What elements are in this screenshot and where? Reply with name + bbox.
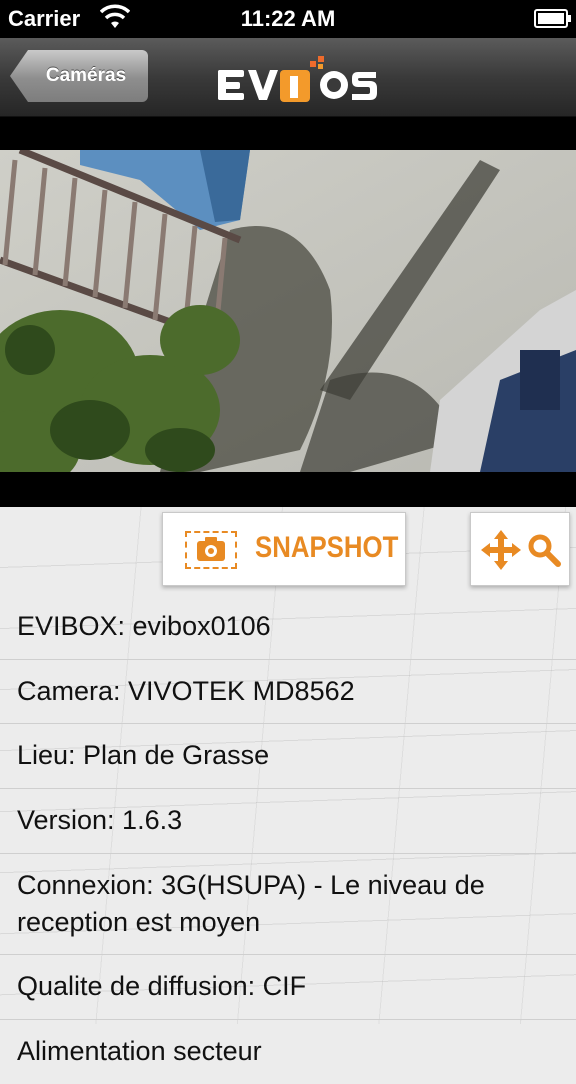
info-stream-quality: Qualite de diffusion: CIF [0, 954, 576, 1019]
camera-video-feed[interactable] [0, 150, 576, 472]
evios-logo [218, 56, 377, 102]
move-arrows-icon [481, 530, 521, 570]
info-connection: Connexion: 3G(HSUPA) - Le niveau de rece… [0, 852, 576, 954]
info-camera: Camera: VIVOTEK MD8562 [0, 658, 576, 724]
info-location: Lieu: Plan de Grasse [0, 723, 576, 788]
status-bar: Carrier 11:22 AM [0, 0, 576, 38]
camera-icon [197, 537, 225, 561]
magnifier-icon [528, 534, 561, 567]
camera-icon-frame [185, 531, 237, 569]
back-button[interactable]: Caméras [10, 50, 148, 102]
info-power: Alimentation secteur [0, 1019, 576, 1084]
info-version: Version: 1.6.3 [0, 788, 576, 853]
info-panel: SNAPSHOT EVIBOX: evibox0106 Camera: VIVO… [0, 507, 576, 1066]
ptz-button[interactable] [470, 512, 570, 586]
snapshot-button[interactable]: SNAPSHOT [162, 512, 406, 586]
snapshot-label: SNAPSHOT [255, 531, 399, 564]
video-area [0, 117, 576, 507]
info-evibox: EVIBOX: evibox0106 [17, 611, 271, 641]
navigation-bar: Caméras [0, 38, 576, 117]
status-time: 11:22 AM [240, 6, 336, 31]
info-list: EVIBOX: evibox0106 Camera: VIVOTEK MD856… [0, 595, 576, 1084]
battery-icon [534, 9, 571, 28]
